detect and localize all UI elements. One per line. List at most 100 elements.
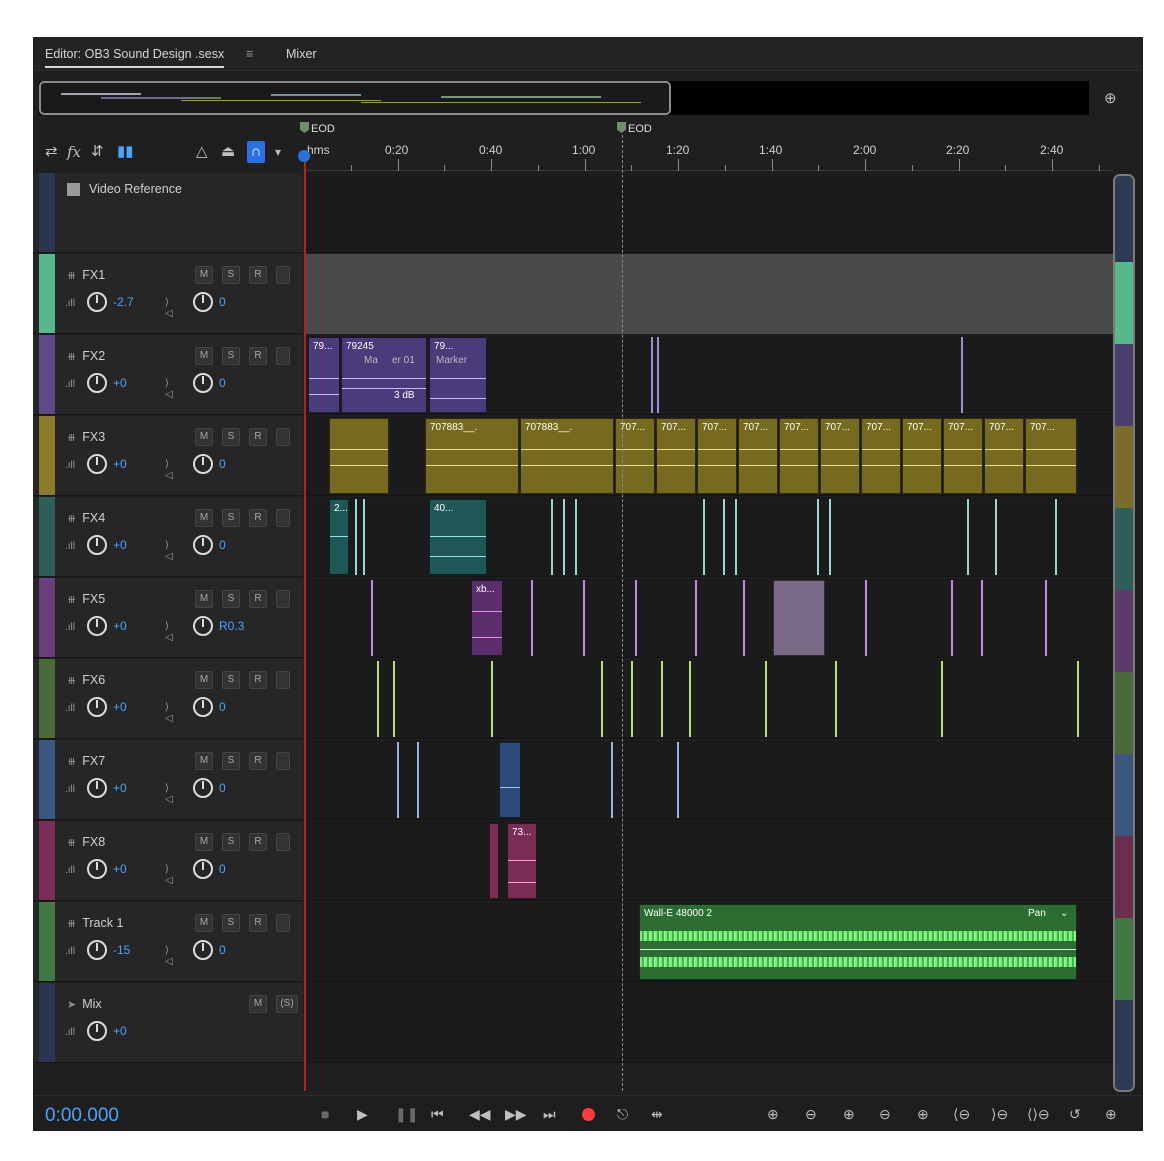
pan-knob[interactable] — [193, 778, 213, 798]
volume-knob[interactable] — [87, 1021, 107, 1041]
clip-slice[interactable] — [417, 742, 419, 818]
audio-clip[interactable]: xb... — [471, 580, 503, 656]
mute-button[interactable]: M — [195, 509, 213, 527]
pan-knob[interactable] — [193, 697, 213, 717]
audio-clip[interactable]: 707... — [615, 418, 655, 494]
pan-knob[interactable] — [193, 535, 213, 555]
record-arm-button[interactable]: R — [249, 671, 267, 689]
audio-clip[interactable]: 707... — [1025, 418, 1077, 494]
input-monitor-button[interactable] — [276, 509, 290, 527]
eq-icon[interactable]: ▮▮ — [117, 141, 134, 163]
vertical-scrollbar[interactable] — [1113, 174, 1135, 1092]
input-monitor-button[interactable] — [276, 914, 290, 932]
zoom-in-at-start-icon[interactable]: ⟨⊖ — [953, 1106, 970, 1123]
volume-value[interactable]: +0 — [113, 781, 127, 795]
input-icon[interactable]: ⏏ — [221, 141, 235, 163]
zoom-in-amplitude-icon[interactable]: ⊕ — [767, 1106, 779, 1123]
track-name[interactable]: ➤ Mix — [67, 997, 102, 1011]
zoom-out-time-icon[interactable]: ⊖ — [879, 1106, 891, 1123]
audio-clip[interactable] — [499, 742, 521, 818]
pan-knob[interactable] — [193, 292, 213, 312]
volume-value[interactable]: +0 — [113, 619, 127, 633]
track-name[interactable]: ⧻ FX6 — [67, 673, 105, 687]
go-to-end-icon[interactable]: ⏭ — [543, 1106, 556, 1122]
track-lane-fx1[interactable] — [305, 254, 1113, 334]
audio-clip[interactable]: 707... — [943, 418, 983, 494]
audio-clip[interactable]: 79... Marker — [429, 337, 487, 413]
overview-visible-range[interactable] — [39, 81, 671, 115]
track-lane-track1[interactable]: Wall-E 48000 2 Pan ⌄ — [305, 902, 1113, 982]
track-name[interactable]: ⧻ FX1 — [67, 268, 105, 282]
clip-slice[interactable] — [743, 580, 745, 656]
mute-button[interactable]: M — [195, 428, 213, 446]
playhead-handle[interactable] — [298, 150, 310, 162]
track-name[interactable]: ⧻ FX8 — [67, 835, 105, 849]
input-monitor-button[interactable] — [276, 833, 290, 851]
clip-slice[interactable] — [635, 580, 637, 656]
clip-slice[interactable] — [689, 661, 691, 737]
fast-forward-icon[interactable]: ▶▶ — [505, 1106, 527, 1122]
pan-value[interactable]: 0 — [219, 295, 226, 309]
track-name[interactable]: ⧻ FX2 — [67, 349, 105, 363]
track-lane-fx8[interactable]: 73... — [305, 821, 1113, 901]
record-arm-button[interactable]: R — [249, 266, 267, 284]
zoom-selection-icon[interactable]: ⟨⟩⊖ — [1027, 1106, 1050, 1123]
clip-slice[interactable] — [397, 742, 399, 818]
clip-slice[interactable] — [531, 580, 533, 656]
record-arm-button[interactable]: R — [249, 590, 267, 608]
audio-clip[interactable]: 2... — [329, 499, 349, 575]
volume-value[interactable]: +0 — [113, 457, 127, 471]
volume-knob[interactable] — [87, 778, 107, 798]
marker-tool-icon[interactable]: ▾ — [275, 141, 281, 163]
mute-button[interactable]: M — [195, 833, 213, 851]
audio-clip[interactable] — [329, 418, 389, 494]
clip-slice[interactable] — [995, 499, 997, 575]
clip-slice[interactable] — [677, 742, 679, 818]
pan-value[interactable]: 0 — [219, 943, 226, 957]
solo-button[interactable]: S — [222, 347, 240, 365]
mute-button[interactable]: M — [195, 914, 213, 932]
mute-button[interactable]: M — [195, 347, 213, 365]
clip-slice[interactable] — [765, 661, 767, 737]
solo-button[interactable]: (S) — [276, 995, 298, 1013]
clip-slice[interactable] — [491, 661, 493, 737]
record-arm-button[interactable]: R — [249, 347, 267, 365]
clip-slice[interactable] — [1077, 661, 1079, 737]
audio-clip[interactable]: 707... — [820, 418, 860, 494]
clip-slice[interactable] — [695, 580, 697, 656]
track-name[interactable]: ⧻ FX7 — [67, 754, 105, 768]
audio-clip[interactable]: 707... — [656, 418, 696, 494]
solo-button[interactable]: S — [222, 428, 240, 446]
pan-value[interactable]: 0 — [219, 457, 226, 471]
hamburger-icon[interactable]: ≡ — [246, 47, 253, 61]
audio-clip[interactable]: 707883__. — [520, 418, 614, 494]
track-name[interactable]: ⧻ FX4 — [67, 511, 105, 525]
pan-value[interactable]: 0 — [219, 376, 226, 390]
clip-slice[interactable] — [829, 499, 831, 575]
solo-button[interactable]: S — [222, 671, 240, 689]
clip-slice[interactable] — [651, 337, 653, 413]
audio-clip[interactable]: 707... — [738, 418, 778, 494]
session-overview[interactable] — [39, 81, 1089, 115]
pan-value[interactable]: 0 — [219, 700, 226, 714]
audio-clip[interactable]: 707... — [861, 418, 901, 494]
mute-button[interactable]: M — [195, 590, 213, 608]
clip-slice[interactable] — [1055, 499, 1057, 575]
pan-knob[interactable] — [193, 616, 213, 636]
fx-icon[interactable]: fx — [67, 141, 81, 163]
skip-icon[interactable]: ⇹ — [651, 1106, 663, 1122]
clip-slice[interactable] — [583, 580, 585, 656]
metronome-icon[interactable]: △ — [196, 141, 208, 163]
timeline-ruler[interactable]: hms 0:20 0:40 1:00 1:20 1:40 2:00 2:20 2… — [303, 137, 1113, 171]
input-monitor-button[interactable] — [276, 671, 290, 689]
clip-slice[interactable] — [967, 499, 969, 575]
clip-slice[interactable] — [735, 499, 737, 575]
volume-knob[interactable] — [87, 616, 107, 636]
track-lane-mix[interactable] — [305, 983, 1113, 1063]
input-monitor-button[interactable] — [276, 266, 290, 284]
pan-knob[interactable] — [193, 859, 213, 879]
clip-slice[interactable] — [355, 499, 357, 575]
pan-value[interactable]: 0 — [219, 862, 226, 876]
pan-knob[interactable] — [193, 373, 213, 393]
zoom-in-at-end-icon[interactable]: ⟩⊖ — [991, 1106, 1008, 1123]
